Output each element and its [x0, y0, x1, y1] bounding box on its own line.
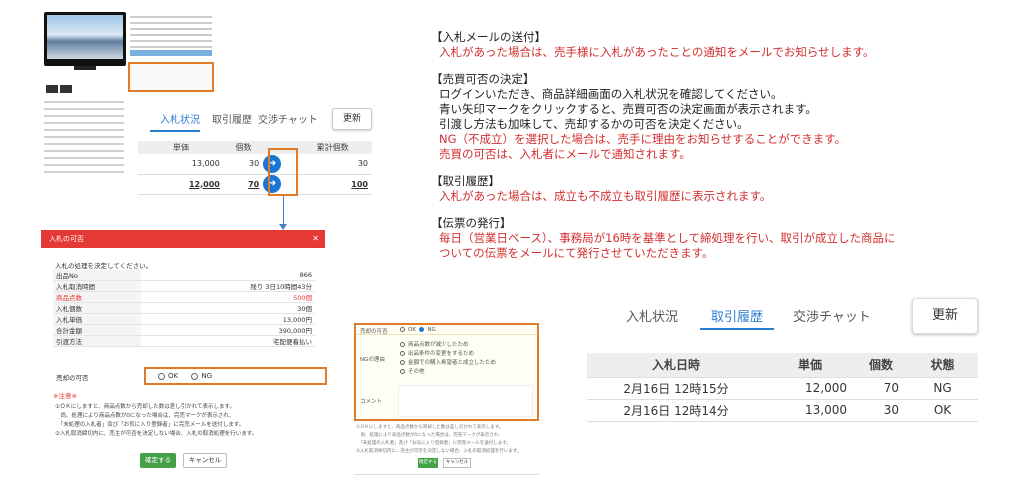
section-heading: 【伝票の発行】	[431, 216, 512, 230]
table-row: 2月16日 12時14分 13,000 30 OK	[587, 398, 978, 422]
explanation-line: ついての伝票をメールにて発行させていただきます。	[439, 246, 714, 260]
tab-bid-status[interactable]: 入札状況	[160, 111, 200, 126]
note-line: ②入札取消締切内に、売主が可否を決定しない場合、入札の取消処理を行います。	[55, 431, 258, 437]
tab-trade-history[interactable]: 取引履歴	[711, 306, 763, 325]
col-qty: 個数	[855, 353, 907, 377]
product-thumbnails[interactable]	[46, 78, 86, 93]
section-heading: 【取引履歴】	[431, 174, 500, 188]
ng-reason-option: 商品点数が減少したため	[400, 340, 469, 348]
explanation-line: NG（不成立）を選択した場合は、売手に理由をお知らせすることができます。	[439, 132, 847, 146]
ng-reason-label: NGの理由	[360, 357, 385, 363]
ng-reason-option: その他	[400, 367, 425, 375]
ng-notes: ①ＯＫにしますと、商品点数から売却した数は差し引かれて表示します。 尚、処理によ…	[356, 425, 522, 454]
product-image	[44, 12, 126, 70]
explanation-text: 【入札メールの送付】 入札があった場合は、売手様に入札があったことの通知をメールで…	[431, 30, 1011, 261]
note-line: 「未処理の入札者」及び「お気に入り登録者」に完売メールを送付します。	[55, 422, 245, 428]
note-line: 尚、処理により商品点数が0になった場合は、完売マークが表示され、	[55, 413, 235, 419]
col-price: 単価	[765, 353, 855, 377]
table-row: 2月16日 12時15分 12,000 70 NG	[587, 376, 978, 400]
bid-status-table: 単価 個数 累計個数 13,000 30 ➜ 30 12,000 70 ➜ 10…	[138, 141, 372, 195]
bid-decision-dialog: 入札の可否 ✕ 入札の処理を決定してください。 出品No 866 入札取消時間 残り…	[41, 230, 327, 476]
explanation-line: 引渡し方法も加味して、売却するかの可否を決定ください。	[439, 117, 749, 131]
explanation-line: 毎日（営業日ベース）、事務局が16時を基準として締処理を行い、取引が成立した商品…	[439, 231, 896, 245]
explanation-line: 入札があった場合は、売手様に入札があったことの通知をメールでお知らせします。	[439, 45, 875, 59]
refresh-button[interactable]: 更新	[912, 298, 978, 334]
explanation-line: 青い矢印マークをクリックすると、売買可否の決定画面が表示されます。	[439, 102, 817, 116]
ng-reason-option: 金額での購入希望者と成立したため	[400, 358, 496, 366]
close-icon[interactable]: ✕	[312, 230, 319, 248]
col-total: 累計個数	[293, 141, 372, 154]
note-line: ①ＯＫにしますと、商品点数から売却した数は差し引かれて表示します。	[55, 404, 235, 410]
ng-cancel-button[interactable]: キャンセル	[443, 458, 471, 468]
divider	[354, 474, 539, 475]
active-tab-indicator	[150, 130, 200, 132]
trade-history-table: 入札日時 単価 個数 状態 2月16日 12時15分 12,000 70 NG …	[587, 353, 978, 422]
active-tab-indicator	[700, 328, 774, 330]
cancel-button[interactable]: キャンセル	[183, 453, 227, 468]
tab-bid-status[interactable]: 入札状況	[626, 306, 678, 325]
sale-decision-row: 売却の可否 OK NG	[53, 367, 327, 385]
ng-decision-label: 売却の可否	[360, 329, 388, 335]
product-spec-lines	[44, 96, 124, 178]
section-heading: 【入札メールの送付】	[431, 30, 546, 44]
explanation-line: 売買の可否は、入札者にメールで通知されます。	[439, 147, 691, 161]
tab-negotiation-chat[interactable]: 交渉チャット	[793, 306, 871, 325]
tab-trade-history[interactable]: 取引履歴	[212, 111, 252, 126]
col-status: 状態	[907, 353, 978, 377]
col-price: 単価	[138, 141, 224, 154]
tab-negotiation-chat[interactable]: 交渉チャット	[258, 111, 318, 126]
arrow-highlight	[268, 148, 298, 196]
detail-row: 引渡方法 宅配便着払い	[53, 335, 315, 347]
col-qty: 個数	[223, 141, 264, 154]
mini-bid-highlight	[128, 62, 214, 92]
radio-ng[interactable]	[191, 372, 199, 380]
explanation-line: 入札があった場合は、成立も不成立も取引履歴に表示されます。	[439, 189, 772, 203]
confirm-button[interactable]: 確定する	[140, 453, 176, 468]
table-row: 12,000 70 ➜ 100	[138, 174, 372, 195]
detail-row: 商品点数 500個	[53, 291, 315, 303]
ng-reason-panel: 売却の可否 OK NG NGの理由 商品点数が減少したため 出品条件の変更をする…	[354, 323, 539, 421]
explanation-line: ログインいただき、商品詳細画面の入札状況を確認してください。	[439, 87, 783, 101]
sale-decision-options: OK NG	[144, 367, 327, 385]
radio-ng[interactable]	[419, 327, 425, 332]
ng-confirm-button[interactable]: 確定する	[418, 458, 438, 468]
ng-reason-option: 出品条件の変更をするため	[400, 349, 474, 357]
radio-ok[interactable]	[400, 327, 405, 332]
dialog-intro: 入札の処理を決定してください。	[55, 262, 153, 270]
note-heading: ※注意※	[53, 392, 77, 400]
detail-row: 合計金額 390,000円	[53, 324, 315, 336]
info-bar	[130, 50, 212, 56]
detail-row: 入札個数 30個	[53, 302, 315, 314]
detail-row: 入札取消時間 残り 3日10時間43分	[53, 280, 315, 292]
table-row: 13,000 30 ➜ 30	[138, 154, 372, 175]
col-date: 入札日時	[587, 353, 765, 377]
ng-comment-label: コメント	[360, 399, 383, 405]
sale-decision-label: 売却の可否	[56, 374, 89, 382]
dialog-detail-table: 出品No 866 入札取消時間 残り 3日10時間43分 商品点数 500個 入札個数…	[53, 270, 315, 347]
radio-ok[interactable]	[158, 372, 165, 380]
detail-row: 出品No 866	[53, 270, 315, 281]
detail-row: 入札単価 13,000円	[53, 313, 315, 325]
refresh-button[interactable]: 更新	[332, 108, 372, 130]
section-heading: 【売買可否の決定】	[431, 72, 535, 86]
dialog-title: 入札の可否	[41, 230, 325, 248]
ng-comment-field[interactable]	[398, 385, 533, 417]
